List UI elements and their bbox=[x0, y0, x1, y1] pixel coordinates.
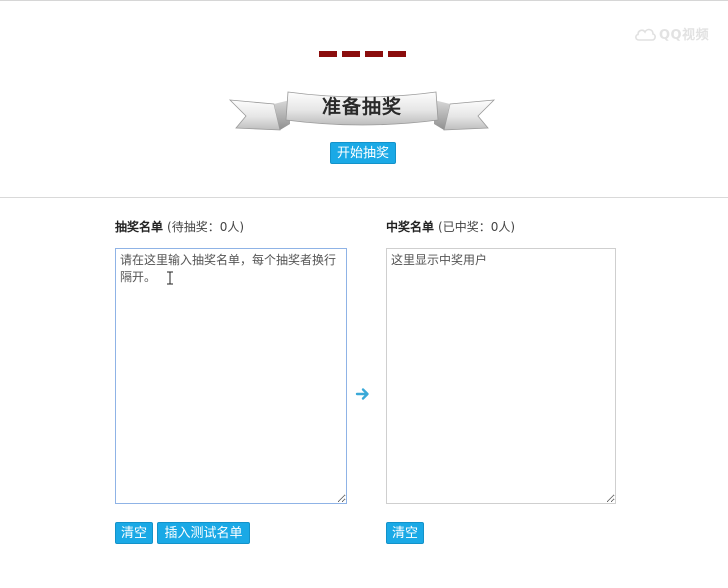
participants-label: 抽奖名单 (待抽奖：0人) bbox=[115, 218, 244, 235]
qq-cloud-icon bbox=[635, 28, 656, 41]
clear-participants-button[interactable]: 清空 bbox=[115, 522, 153, 544]
watermark: QQ视频 bbox=[634, 24, 709, 43]
banner-title: 准备抽奖 bbox=[321, 96, 402, 118]
winners-count: (已中奖：0人) bbox=[438, 220, 516, 234]
winners-output[interactable] bbox=[386, 248, 616, 504]
watermark-text: QQ视频 bbox=[659, 28, 710, 43]
participants-input[interactable] bbox=[115, 248, 347, 504]
clear-winners-button[interactable]: 清空 bbox=[386, 522, 424, 544]
start-draw-button[interactable]: 开始抽奖 bbox=[330, 142, 396, 164]
title-ribbon: 准备抽奖 bbox=[226, 88, 498, 140]
top-divider bbox=[0, 0, 728, 1]
winners-label: 中奖名单 (已中奖：0人) bbox=[386, 218, 515, 235]
participants-title: 抽奖名单 bbox=[115, 220, 164, 234]
winners-title: 中奖名单 bbox=[386, 220, 435, 234]
section-divider bbox=[0, 197, 728, 198]
text-cursor-icon bbox=[167, 271, 173, 285]
arrow-right-icon bbox=[355, 388, 369, 400]
decorative-dashes bbox=[319, 51, 406, 57]
participants-count: (待抽奖：0人) bbox=[167, 220, 245, 234]
insert-test-list-button[interactable]: 插入测试名单 bbox=[157, 522, 250, 544]
